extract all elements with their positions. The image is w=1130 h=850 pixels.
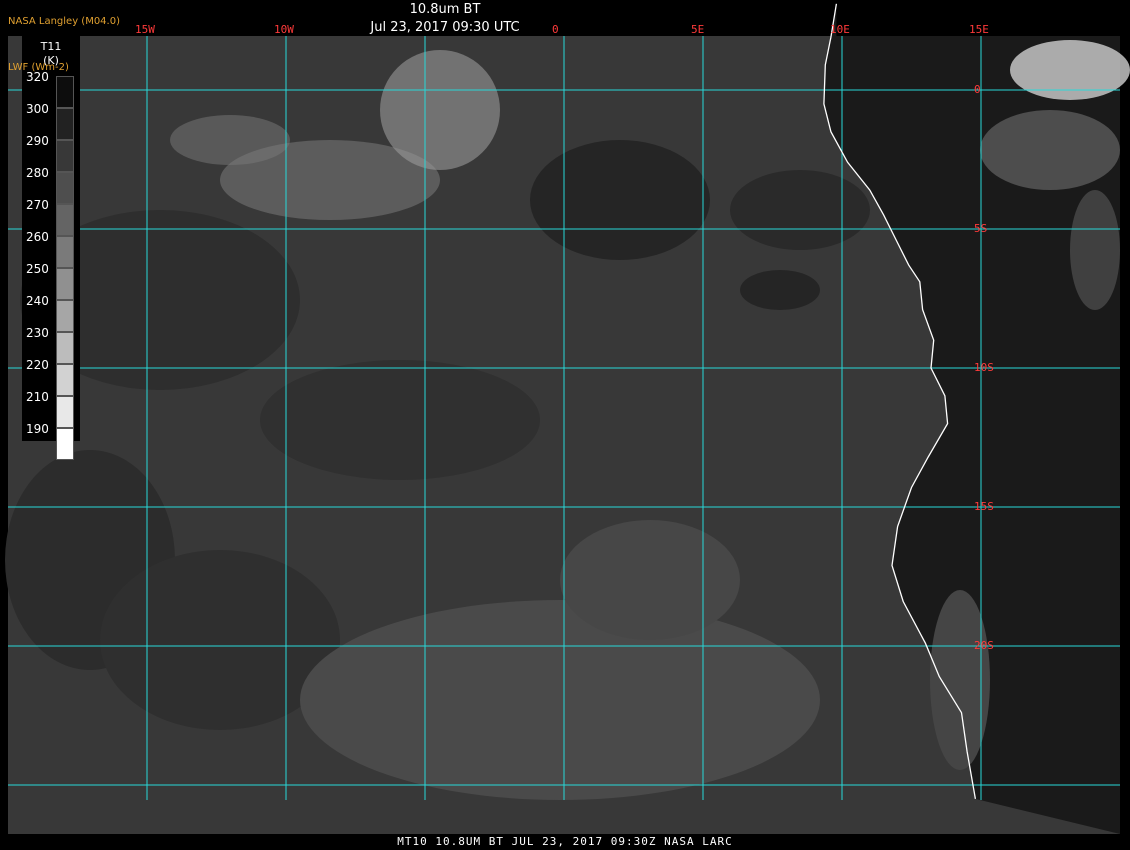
- colorbar-tick: 300: [26, 102, 49, 116]
- latitude-label: 5S: [974, 222, 988, 235]
- longitude-label: 5E: [691, 23, 705, 36]
- colorbar-tick: 290: [26, 134, 49, 148]
- colorbar-tick: 230: [26, 326, 49, 340]
- colorbar-tick: 270: [26, 198, 49, 212]
- colorbar-tick: 190: [26, 422, 49, 436]
- footer-caption: MT10 10.8UM BT JUL 23, 2017 09:30Z NASA …: [397, 835, 733, 848]
- colorbar-swatch: [56, 236, 74, 268]
- image-title: 10.8um BT: [409, 2, 481, 17]
- colorbar-swatch: [56, 204, 74, 236]
- colorbar-tick: 250: [26, 262, 49, 276]
- colorbar-label: T11: [40, 40, 62, 53]
- colorbar: T11 (K) 320 300 290 280 270 260 250 240 230 220 21…: [22, 36, 80, 460]
- longitude-label: 15E: [969, 23, 989, 36]
- colorbar-swatch: [56, 300, 74, 332]
- longitude-label: 0: [552, 23, 559, 36]
- producer-label: NASA Langley (M04.0): [8, 16, 120, 27]
- colorbar-swatch: [56, 428, 74, 460]
- product-label: LWF (Wm-2): [8, 62, 69, 73]
- colorbar-tick: 260: [26, 230, 49, 244]
- longitude-label: 10E: [830, 23, 850, 36]
- colorbar-tick: 220: [26, 358, 49, 372]
- colorbar-swatch: [56, 364, 74, 396]
- satellite-image: [0, 0, 1130, 850]
- latitude-label: 10S: [974, 361, 994, 374]
- colorbar-tick: 240: [26, 294, 49, 308]
- colorbar-swatch: [56, 76, 74, 108]
- image-timestamp: Jul 23, 2017 09:30 UTC: [370, 20, 520, 35]
- colorbar-swatch: [56, 396, 74, 428]
- latitude-label: 20S: [974, 639, 994, 652]
- colorbar-swatch: [56, 172, 74, 204]
- longitude-label: 15W: [135, 23, 155, 36]
- latitude-label: 15S: [974, 500, 994, 513]
- longitude-label: 10W: [274, 23, 294, 36]
- colorbar-tick: 280: [26, 166, 49, 180]
- colorbar-swatch: [56, 108, 74, 140]
- colorbar-swatch: [56, 140, 74, 172]
- colorbar-swatch: [56, 332, 74, 364]
- colorbar-tick: 210: [26, 390, 49, 404]
- latitude-label: 0: [974, 83, 981, 96]
- colorbar-swatch: [56, 268, 74, 300]
